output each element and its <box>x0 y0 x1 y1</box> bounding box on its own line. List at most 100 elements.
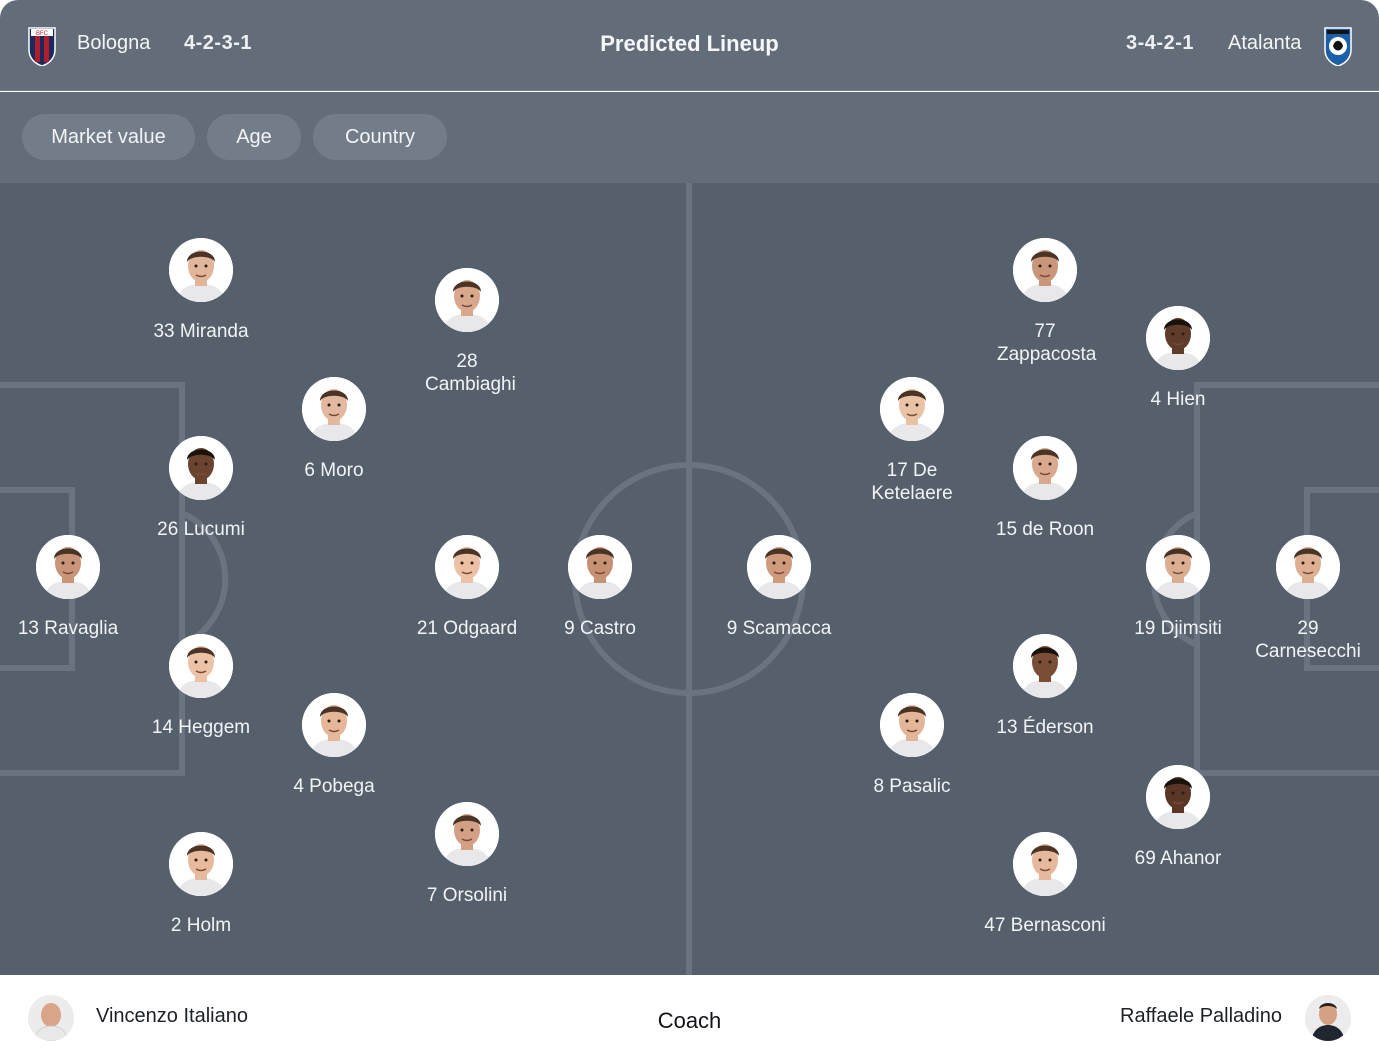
face-icon <box>435 268 499 332</box>
player-name: 21 Odgaard <box>416 618 518 639</box>
face-icon <box>302 377 366 441</box>
player-name: 14 Heggem <box>151 717 251 738</box>
player-away-9[interactable]: 8 Pasalic <box>842 693 982 798</box>
player-name: 9 Scamacca <box>726 618 832 639</box>
player-photo <box>747 535 811 599</box>
player-away-3[interactable]: 17 De Ketelaere <box>842 377 982 505</box>
player-name: 28 Cambiaghi <box>425 351 516 395</box>
player-name: 4 Hien <box>1150 389 1206 410</box>
face-icon <box>169 436 233 500</box>
face-icon <box>1146 535 1210 599</box>
player-photo <box>880 693 944 757</box>
player-away-7[interactable]: 29 Carnesecchi <box>1238 535 1378 663</box>
player-name: 2 Holm <box>170 915 232 936</box>
player-name: 33 Miranda <box>153 321 249 342</box>
face-icon <box>1013 832 1077 896</box>
lineup-header: BFC Bologna 4-2-3-1 Predicted Lineup 3-4… <box>0 0 1379 91</box>
player-away-8[interactable]: 13 Éderson <box>975 634 1115 739</box>
player-photo <box>1146 535 1210 599</box>
player-photo <box>302 377 366 441</box>
player-photo <box>169 634 233 698</box>
face-icon <box>36 535 100 599</box>
player-home-1[interactable]: 33 Miranda <box>131 238 271 343</box>
away-coach-name[interactable]: Raffaele Palladino <box>1120 1005 1282 1028</box>
player-home-8[interactable]: 14 Heggem <box>131 634 271 739</box>
face-icon <box>435 535 499 599</box>
player-name: 17 De Ketelaere <box>871 460 953 504</box>
player-name: 69 Ahanor <box>1134 848 1222 869</box>
player-home-9[interactable]: 4 Pobega <box>264 693 404 798</box>
face-icon <box>880 693 944 757</box>
player-home-5[interactable]: 13 Ravaglia <box>0 535 138 640</box>
player-photo <box>435 802 499 866</box>
player-photo <box>1013 832 1077 896</box>
face-icon <box>1276 535 1340 599</box>
player-name: 13 Ravaglia <box>17 618 119 639</box>
player-away-1[interactable]: 77 Zappacosta <box>975 238 1115 366</box>
filter-country-button[interactable]: Country <box>313 114 447 160</box>
player-photo <box>1013 634 1077 698</box>
player-name: 77 Zappacosta <box>997 321 1097 365</box>
face-icon <box>435 802 499 866</box>
player-photo <box>169 832 233 896</box>
filter-market-value-button[interactable]: Market value <box>22 114 195 160</box>
player-photo <box>1146 306 1210 370</box>
face-icon <box>1146 306 1210 370</box>
player-away-11[interactable]: 47 Bernasconi <box>975 832 1115 937</box>
player-name: 7 Orsolini <box>426 885 508 906</box>
player-photo <box>1013 436 1077 500</box>
player-name: 6 Moro <box>304 460 364 481</box>
face-icon <box>747 535 811 599</box>
away-formation: 3-4-2-1 <box>1126 32 1194 54</box>
away-coach-photo[interactable] <box>1305 995 1351 1041</box>
player-name: 15 de Roon <box>995 519 1095 540</box>
player-name: 19 Djimsiti <box>1134 618 1222 639</box>
player-home-3[interactable]: 6 Moro <box>264 377 404 482</box>
player-home-4[interactable]: 26 Lucumi <box>131 436 271 541</box>
player-home-11[interactable]: 2 Holm <box>131 832 271 937</box>
person-icon <box>1305 995 1351 1041</box>
player-photo <box>1276 535 1340 599</box>
face-icon <box>1146 765 1210 829</box>
player-photo <box>568 535 632 599</box>
face-icon <box>302 693 366 757</box>
player-name: 29 Carnesecchi <box>1255 618 1361 662</box>
player-home-6[interactable]: 21 Odgaard <box>397 535 537 640</box>
player-away-5[interactable]: 9 Scamacca <box>709 535 849 640</box>
player-photo <box>1146 765 1210 829</box>
coach-footer: Vincenzo Italiano Coach Raffaele Palladi… <box>0 975 1379 1053</box>
atalanta-crest-icon[interactable] <box>1323 24 1353 66</box>
face-icon <box>568 535 632 599</box>
filter-age-button[interactable]: Age <box>207 114 301 160</box>
player-photo <box>36 535 100 599</box>
face-icon <box>169 238 233 302</box>
player-photo <box>880 377 944 441</box>
face-icon <box>169 832 233 896</box>
face-icon <box>1013 238 1077 302</box>
player-photo <box>435 535 499 599</box>
player-name: 9 Castro <box>564 618 636 639</box>
player-name: 4 Pobega <box>293 776 375 797</box>
face-icon <box>1013 634 1077 698</box>
player-photo <box>302 693 366 757</box>
face-icon <box>169 634 233 698</box>
player-away-4[interactable]: 15 de Roon <box>975 436 1115 541</box>
player-away-10[interactable]: 69 Ahanor <box>1108 765 1248 870</box>
player-name: 26 Lucumi <box>157 519 245 540</box>
face-icon <box>880 377 944 441</box>
player-home-10[interactable]: 7 Orsolini <box>397 802 537 907</box>
away-team-name[interactable]: Atalanta <box>1228 32 1301 55</box>
player-home-7[interactable]: 9 Castro <box>530 535 670 640</box>
player-away-6[interactable]: 19 Djimsiti <box>1108 535 1248 640</box>
player-name: 13 Éderson <box>996 717 1094 738</box>
player-photo <box>169 238 233 302</box>
pitch: 33 Miranda 28 Cambiaghi 6 Moro 26 Lucumi… <box>0 183 1379 975</box>
player-away-2[interactable]: 4 Hien <box>1108 306 1248 411</box>
filter-bar: Market value Age Country <box>0 92 1379 183</box>
player-name: 8 Pasalic <box>873 776 951 797</box>
player-home-2[interactable]: 28 Cambiaghi <box>397 268 537 396</box>
player-photo <box>435 268 499 332</box>
player-name: 47 Bernasconi <box>984 915 1106 936</box>
face-icon <box>1013 436 1077 500</box>
player-photo <box>169 436 233 500</box>
